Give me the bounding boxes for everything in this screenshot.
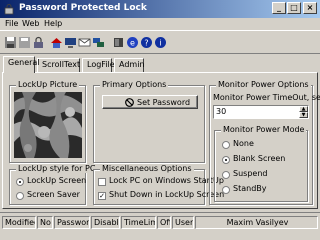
status-password-label: Password: [54, 216, 90, 229]
save-icon[interactable] [4, 36, 17, 49]
svg-text:e: e [130, 39, 135, 48]
title-bar: Password Protected Lock _ □ × [0, 0, 320, 18]
menu-web[interactable]: Web [22, 19, 39, 28]
mode-standby-label: StandBy [233, 184, 267, 193]
about-icon[interactable]: i [154, 36, 167, 49]
lock-app-icon [4, 4, 14, 15]
mode-suspend-radio[interactable] [222, 171, 230, 179]
status-timelimit-label: TimeLimit: [121, 216, 156, 229]
lock-startup-checkbox[interactable] [98, 178, 106, 186]
disk-icon[interactable] [18, 36, 31, 49]
status-modified-value: No [37, 216, 53, 229]
shutdown-lockup-checkbox[interactable]: ✓ [98, 192, 106, 200]
lock-icon[interactable] [32, 36, 45, 49]
screen-saver-label: Screen Saver [27, 190, 80, 199]
menu-help[interactable]: Help [44, 19, 62, 28]
network-icon[interactable] [92, 36, 105, 49]
lock-startup-label: Lock PC on Windows StartUp [109, 176, 224, 185]
lockup-picture-title: LockUp Picture [16, 80, 80, 89]
mode-blank-screen-radio[interactable] [222, 156, 230, 164]
monitor-mode-group: Monitor Power Mode None Blank Screen Sus… [214, 125, 308, 202]
web-icon[interactable]: e [126, 36, 139, 49]
status-user-value: Maxim Vasilyev [195, 216, 318, 229]
status-user-label: User: [172, 216, 194, 229]
lockup-style-title: LockUp style for PC [16, 164, 98, 173]
screen-saver-radio[interactable] [16, 192, 24, 200]
close-button[interactable]: × [303, 2, 317, 14]
status-password-value: Disable [91, 216, 120, 229]
spin-down-arrow-icon[interactable]: ▼ [299, 112, 308, 118]
timeout-spinner[interactable]: 30 ▲ ▼ [213, 105, 309, 119]
timeout-value: 30 [216, 107, 227, 116]
lockup-picture-group: LockUp Picture [9, 80, 86, 163]
misc-options-title: Miscellaneous Options [100, 164, 194, 173]
window-title: Password Protected Lock [19, 3, 147, 13]
minimize-button[interactable]: _ [272, 2, 286, 14]
set-password-button[interactable]: Set Password [102, 95, 198, 109]
mode-none-label: None [233, 139, 254, 148]
monitor-icon[interactable] [64, 36, 77, 49]
monitor-power-group: Monitor Power Options Monitor Power Time… [209, 80, 320, 205]
mail-icon[interactable] [78, 36, 91, 49]
lockup-style-group: LockUp style for PC LockUp Screen Screen… [9, 164, 98, 205]
primary-options-group: Primary Options Set Password [93, 80, 205, 163]
set-password-label: Set Password [137, 98, 191, 107]
menu-bar: File Web Help [0, 18, 320, 30]
mode-blank-screen-label: Blank Screen [233, 154, 286, 163]
status-bar: Modified: No Password: Disable TimeLimit… [0, 212, 320, 240]
primary-options-title: Primary Options [100, 80, 169, 89]
tab-bar: General ScrollText LogFile Admin [0, 55, 320, 73]
shutdown-lockup-label: Shut Down in LockUp Screen [109, 190, 225, 199]
status-timelimit-value: Off [157, 216, 171, 229]
tab-admin[interactable]: Admin [114, 58, 145, 72]
lockup-screen-radio[interactable] [16, 178, 24, 186]
general-tab-panel: LockUp Picture Primary Options Set Passw… [2, 72, 320, 209]
tab-general[interactable]: General [3, 56, 40, 73]
mode-none-radio[interactable] [222, 141, 230, 149]
status-modified-label: Modified: [2, 216, 36, 229]
svg-text:?: ? [144, 39, 148, 48]
svg-text:i: i [159, 39, 161, 48]
mode-standby-radio[interactable] [222, 186, 230, 194]
menu-file[interactable]: File [5, 19, 18, 28]
lockup-screen-label: LockUp Screen [27, 176, 87, 185]
toolbar: e ? i [0, 30, 320, 54]
no-entry-icon [125, 98, 134, 107]
home-icon[interactable] [50, 36, 63, 49]
help-icon[interactable]: ? [140, 36, 153, 49]
tab-scrolltext[interactable]: ScrollText [37, 58, 80, 72]
book-icon[interactable] [112, 36, 125, 49]
tab-logfile[interactable]: LogFile [82, 58, 115, 72]
monitor-mode-title: Monitor Power Mode [221, 125, 307, 134]
mode-suspend-label: Suspend [233, 169, 268, 178]
timeout-label: Monitor Power TimeOut, secs: [213, 93, 320, 102]
monitor-power-title: Monitor Power Options [216, 80, 311, 89]
misc-options-group: Miscellaneous Options Lock PC on Windows… [93, 164, 224, 205]
maximize-button[interactable]: □ [287, 2, 301, 14]
lockup-picture-image[interactable] [14, 92, 82, 158]
